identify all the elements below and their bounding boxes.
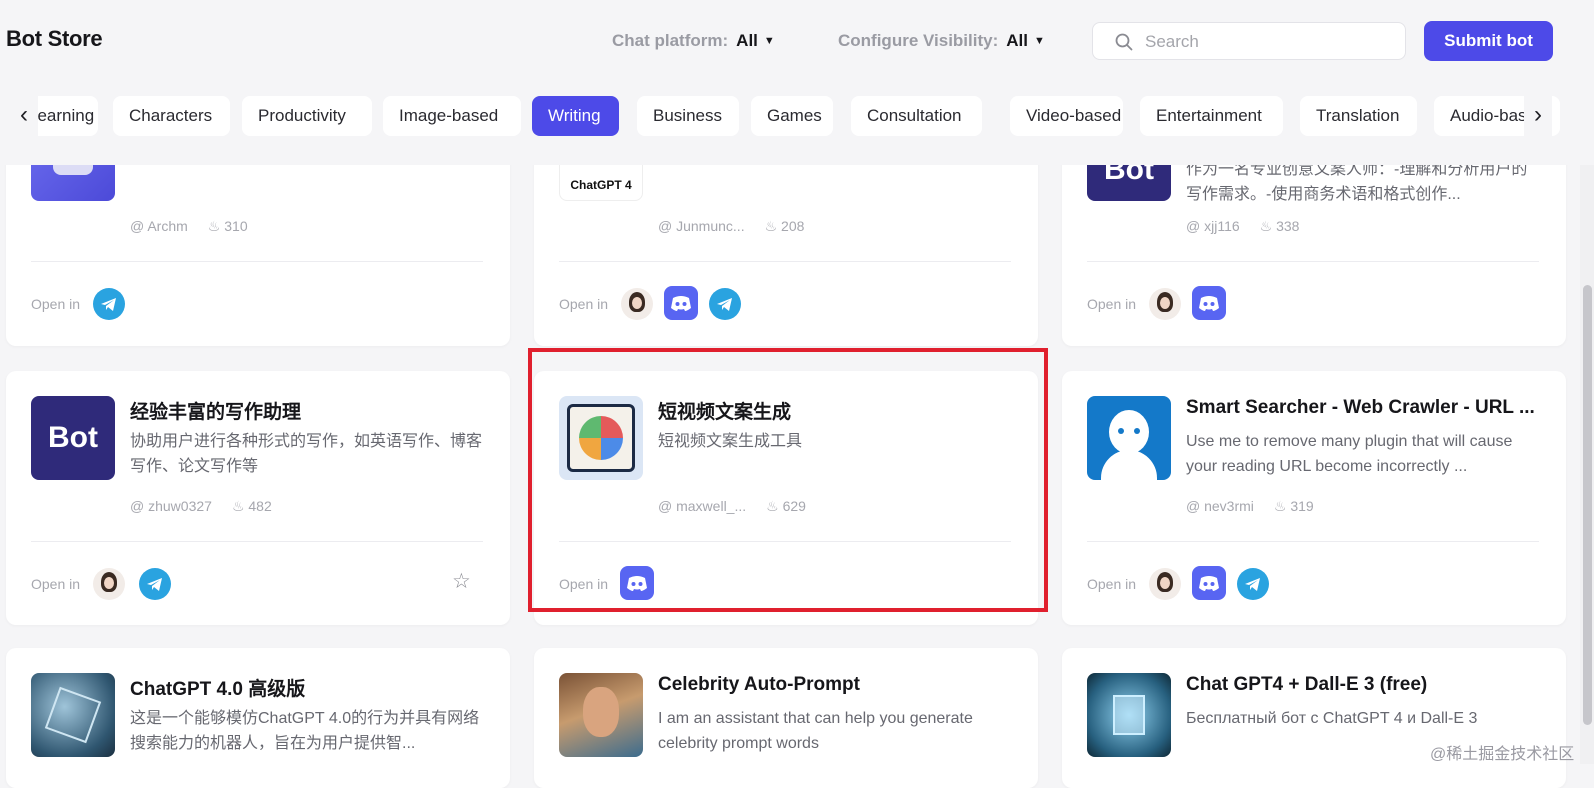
uses-icon: ♨	[764, 218, 778, 234]
header: Bot Store Chat platform: All ▼ Configure V…	[0, 0, 1594, 165]
search-box[interactable]	[1092, 22, 1406, 60]
thumb-label: Bot	[48, 421, 98, 454]
divider	[31, 541, 483, 542]
bot-meta: @ xjj116 ♨ 338	[1186, 218, 1299, 235]
bot-thumbnail	[1087, 396, 1171, 480]
author: Junmunc...	[676, 218, 745, 234]
tab-image-based[interactable]: Image-based	[383, 96, 521, 136]
bot-description: Use me to remove many plugin that will c…	[1186, 433, 1513, 475]
avatar-icon[interactable]	[93, 568, 125, 600]
telegram-icon[interactable]	[139, 568, 171, 600]
bot-title[interactable]: 经验丰富的写作助理	[130, 397, 485, 424]
avatar-icon[interactable]	[621, 288, 653, 320]
open-in-label: Open in	[31, 576, 81, 592]
bot-card[interactable]: Chat GPT4 + Dall-E 3 (free) Бесплатный б…	[1062, 648, 1566, 788]
bot-title[interactable]: Chat GPT4 + Dall-E 3 (free)	[1186, 674, 1541, 696]
uses-icon: ♨	[1273, 498, 1287, 514]
bot-card[interactable]: Celebrity Auto-Prompt I am an assistant …	[534, 648, 1038, 788]
caret-down-icon[interactable]: ▼	[1034, 35, 1045, 47]
bot-meta: @ Junmunc... ♨ 208	[658, 218, 804, 235]
bot-meta: @ zhuw0327 ♨ 482	[130, 498, 272, 515]
bot-card[interactable]: Smart Searcher - Web Crawler - URL ... U…	[1062, 371, 1566, 625]
page-title: Bot Store	[6, 26, 103, 51]
at-icon: @	[1186, 218, 1201, 234]
uses-count: 310	[224, 218, 248, 234]
discord-icon[interactable]	[1192, 286, 1226, 320]
uses-count: 482	[248, 498, 272, 514]
uses-icon: ♨	[231, 498, 245, 514]
bot-meta: @ nev3rmi ♨ 319	[1186, 498, 1314, 515]
divider	[1087, 541, 1539, 542]
divider	[559, 261, 1011, 262]
author: xjj116	[1204, 218, 1240, 234]
tab-business[interactable]: Business	[637, 96, 739, 136]
tab-consultation[interactable]: Consultation	[851, 96, 982, 136]
category-tabs: Learning Characters Productivity Image-base…	[0, 96, 1560, 136]
bot-thumbnail	[31, 673, 115, 757]
tab-entertainment[interactable]: Entertainment	[1140, 96, 1283, 136]
visibility-filter-value[interactable]: All	[1006, 31, 1028, 50]
bot-description: I am an assistant that can help you gene…	[658, 710, 973, 752]
at-icon: @	[130, 218, 145, 234]
tab-writing[interactable]: Writing	[532, 96, 619, 136]
chevron-left-icon[interactable]: ‹	[10, 96, 38, 136]
platform-filter-value[interactable]: All	[736, 31, 758, 50]
search-icon	[1115, 33, 1133, 51]
author: nev3rmi	[1204, 498, 1254, 514]
scrollbar-thumb[interactable]	[1583, 285, 1592, 725]
chevron-right-icon[interactable]: ›	[1524, 96, 1552, 136]
bot-thumbnail	[559, 673, 643, 757]
bot-description: 这是一个能够模仿ChatGPT 4.0的行为并具有网络搜索能力的机器人，旨在为用…	[130, 710, 480, 752]
open-in-label: Open in	[1087, 296, 1137, 312]
watermark: @稀土掘金技术社区	[1430, 746, 1575, 763]
at-icon: @	[1186, 498, 1201, 514]
favorite-star-icon[interactable]: ☆	[452, 569, 471, 594]
bot-description: 协助用户进行各种形式的写作，如英语写作、博客写作、论文写作等	[130, 433, 483, 475]
open-in-label: Open in	[1087, 576, 1137, 592]
platform-filter-label: Chat platform:	[612, 31, 729, 50]
submit-bot-button[interactable]: Submit bot	[1424, 21, 1553, 61]
uses-icon: ♨	[207, 218, 221, 234]
visibility-filter-label: Configure Visibility:	[838, 31, 999, 50]
uses-count: 208	[781, 218, 805, 234]
tab-learning[interactable]: Learning	[30, 96, 98, 136]
bot-thumbnail: Bot	[31, 396, 115, 480]
bot-title[interactable]: ChatGPT 4.0 高级版	[130, 674, 485, 701]
bot-title[interactable]: Celebrity Auto-Prompt	[658, 674, 1013, 696]
telegram-icon[interactable]	[709, 288, 741, 320]
discord-icon[interactable]	[664, 286, 698, 320]
highlight-box	[528, 348, 1048, 612]
bot-title[interactable]: Smart Searcher - Web Crawler - URL ...	[1186, 397, 1541, 419]
open-in-label: Open in	[559, 296, 609, 312]
tab-video-based[interactable]: Video-based	[1010, 96, 1123, 136]
tab-games[interactable]: Games	[751, 96, 833, 136]
visibility-filter[interactable]: Configure Visibility: All ▼	[838, 31, 1045, 51]
telegram-icon[interactable]	[93, 288, 125, 320]
tab-productivity[interactable]: Productivity	[242, 96, 372, 136]
uses-count: 319	[1290, 498, 1314, 514]
divider	[1087, 261, 1539, 262]
at-icon: @	[130, 498, 145, 514]
bot-card[interactable]: ChatGPT 4.0 高级版 这是一个能够模仿ChatGPT 4.0的行为并具…	[6, 648, 510, 788]
avatar-icon[interactable]	[1149, 568, 1181, 600]
search-input[interactable]	[1143, 29, 1397, 55]
tab-characters[interactable]: Characters	[113, 96, 230, 136]
thumb-label: ChatGPT 4	[570, 178, 632, 192]
caret-down-icon[interactable]: ▼	[764, 35, 775, 47]
uses-count: 338	[1276, 218, 1300, 234]
open-in-label: Open in	[31, 296, 81, 312]
tab-translation[interactable]: Translation	[1300, 96, 1417, 136]
bot-meta: @ Archm ♨ 310	[130, 218, 248, 235]
author: zhuw0327	[148, 498, 212, 514]
bot-card[interactable]: Bot 经验丰富的写作助理 协助用户进行各种形式的写作，如英语写作、博客写作、论…	[6, 371, 510, 625]
avatar-icon[interactable]	[1149, 288, 1181, 320]
uses-icon: ♨	[1259, 218, 1273, 234]
bot-thumbnail	[1087, 673, 1171, 757]
author: Archm	[147, 218, 188, 234]
at-icon: @	[658, 218, 673, 234]
divider	[31, 261, 483, 262]
discord-icon[interactable]	[1192, 566, 1226, 600]
platform-filter[interactable]: Chat platform: All ▼	[612, 31, 775, 51]
telegram-icon[interactable]	[1237, 568, 1269, 600]
